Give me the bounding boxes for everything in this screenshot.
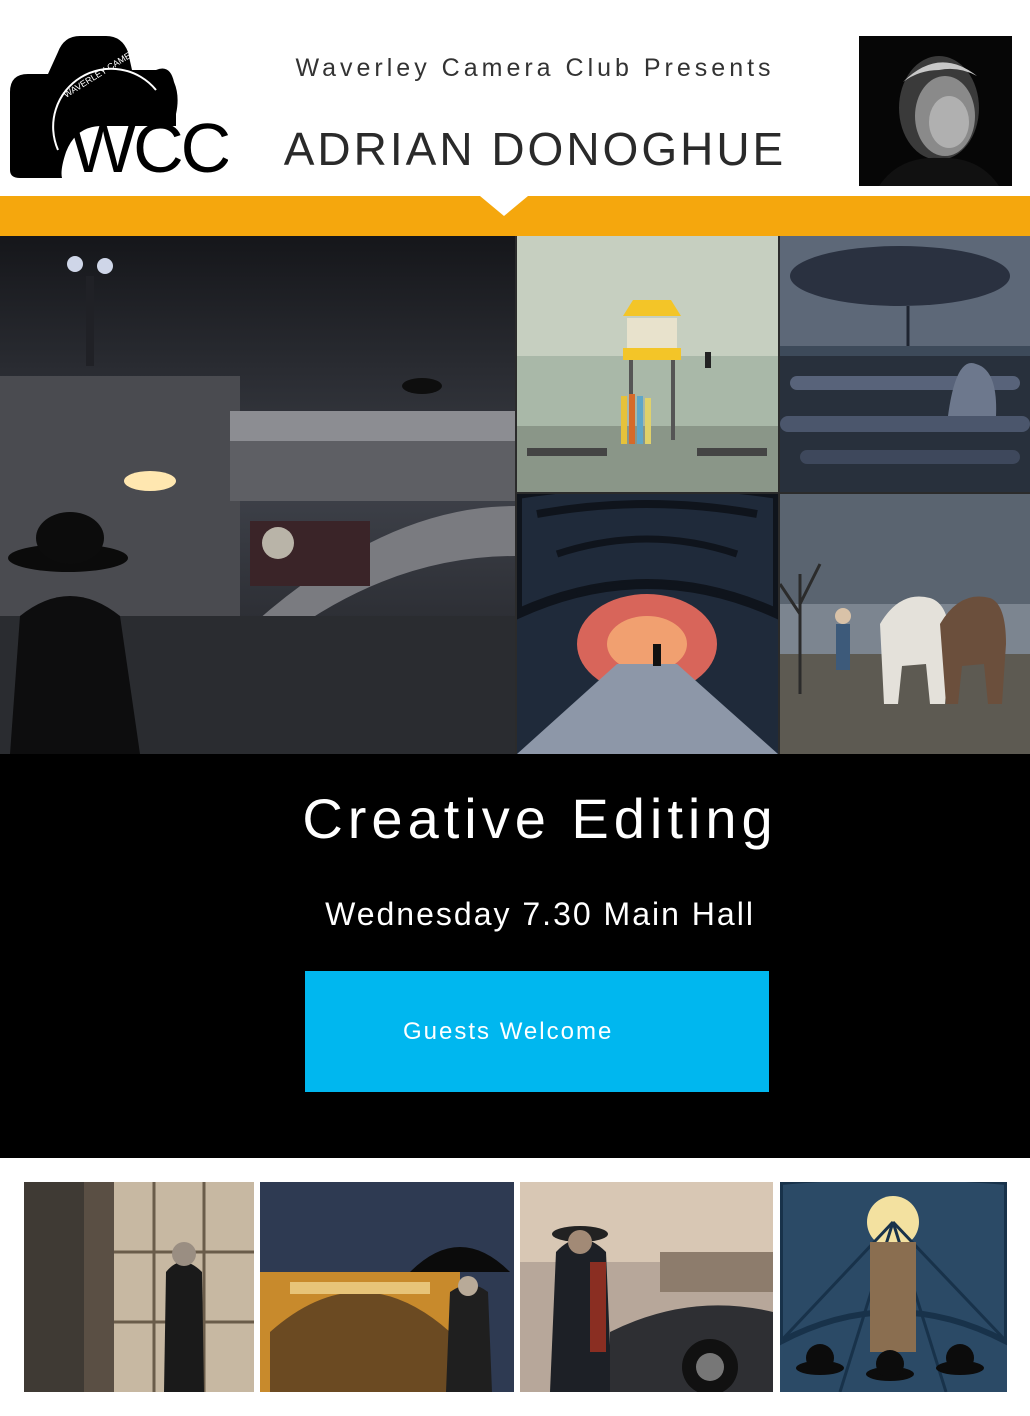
event-title: Creative Editing	[302, 787, 778, 850]
event-datetime-location: Wednesday 7.30 Main Hall	[325, 896, 755, 932]
orange-accent-band	[0, 196, 1030, 236]
bottom-photo-strip	[0, 1158, 1030, 1416]
ploughing-horses-photo	[780, 494, 1030, 754]
speaker-portrait	[859, 36, 1012, 186]
photo-mosaic	[0, 236, 1030, 754]
station-umbrella-photo	[260, 1182, 514, 1392]
guests-welcome-button[interactable]: Guests Welcome	[305, 971, 769, 1092]
window-man-photo	[24, 1182, 254, 1392]
vintage-car-photo	[520, 1182, 773, 1392]
storm-pipes-photo	[780, 236, 1030, 492]
poster-header: WAVERLEY CAMERA CLUB WCC Waverley Camera…	[0, 0, 1030, 236]
lifeguard-tower-photo	[517, 236, 778, 492]
dome-hats-photo	[780, 1182, 1007, 1392]
walkway-tunnel-photo	[517, 494, 778, 754]
rainy-bridge-photo	[0, 236, 515, 754]
